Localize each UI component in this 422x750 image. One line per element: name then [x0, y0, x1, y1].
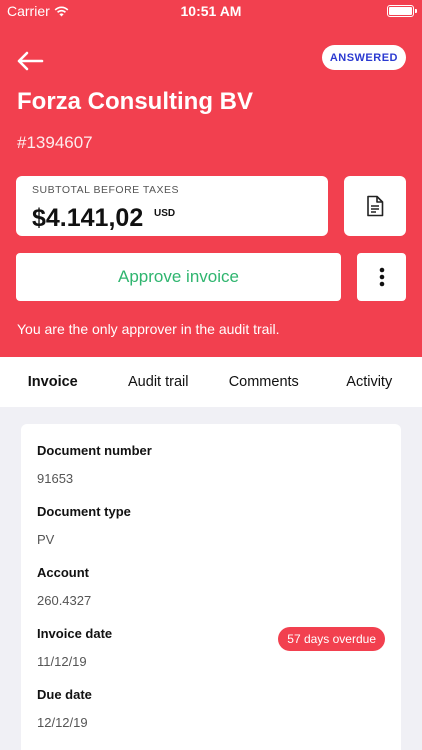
due-date-label: Due date [37, 687, 92, 702]
approver-note: You are the only approver in the audit t… [17, 321, 280, 337]
more-options-button[interactable] [357, 253, 406, 301]
document-type-value: PV [37, 532, 55, 547]
subtotal-card: SUBTOTAL BEFORE TAXES $4.141,02 USD [16, 176, 328, 236]
status-time: 10:51 AM [180, 3, 242, 19]
battery-icon [387, 5, 417, 17]
invoice-date-label: Invoice date [37, 626, 113, 641]
tab-bar: Invoice Audit trail Comments Activity [0, 357, 422, 407]
invoice-id: #1394607 [17, 133, 93, 152]
document-number-label: Document number [37, 443, 152, 458]
invoice-date-field: Invoice date 11/12/19 [37, 626, 112, 669]
invoice-date-value: 11/12/19 [37, 654, 87, 669]
tab-audit-trail[interactable]: Audit trail [106, 357, 212, 407]
account-label: Account [37, 565, 89, 580]
tab-comments[interactable]: Comments [211, 357, 317, 407]
invoice-header: Carrier 10:51 AM ANSWERED Forza Consulti… [0, 0, 422, 357]
status-badge: ANSWERED [321, 45, 406, 70]
subtotal-currency: USD [154, 208, 176, 219]
status-bar: Carrier 10:51 AM [0, 0, 422, 22]
account-field: Account 260.4327 [37, 565, 91, 608]
due-date-field: Due date 12/12/19 [37, 687, 92, 730]
account-value: 260.4327 [37, 593, 92, 608]
document-type-label: Document type [37, 504, 131, 519]
tab-invoice[interactable]: Invoice [0, 357, 106, 407]
page-title: Forza Consulting BV [17, 88, 253, 115]
arrow-left-icon[interactable] [16, 50, 44, 72]
more-vertical-icon [379, 267, 384, 287]
approve-invoice-button[interactable]: Approve invoice [16, 253, 341, 301]
invoice-details-card: Document number 91653 Document type PV A… [21, 424, 401, 750]
overdue-badge: 57 days overdue [278, 627, 385, 651]
document-number-value: 91653 [37, 471, 74, 486]
tab-activity[interactable]: Activity [317, 357, 422, 407]
document-number-field: Document number 91653 [37, 443, 152, 486]
due-date-value: 12/12/19 [37, 715, 88, 730]
document-icon [367, 195, 384, 217]
document-type-field: Document type PV [37, 504, 131, 547]
subtotal-amount: $4.141,02 [32, 204, 144, 232]
view-document-button[interactable] [344, 176, 406, 236]
subtotal-label: SUBTOTAL BEFORE TAXES [32, 184, 180, 196]
